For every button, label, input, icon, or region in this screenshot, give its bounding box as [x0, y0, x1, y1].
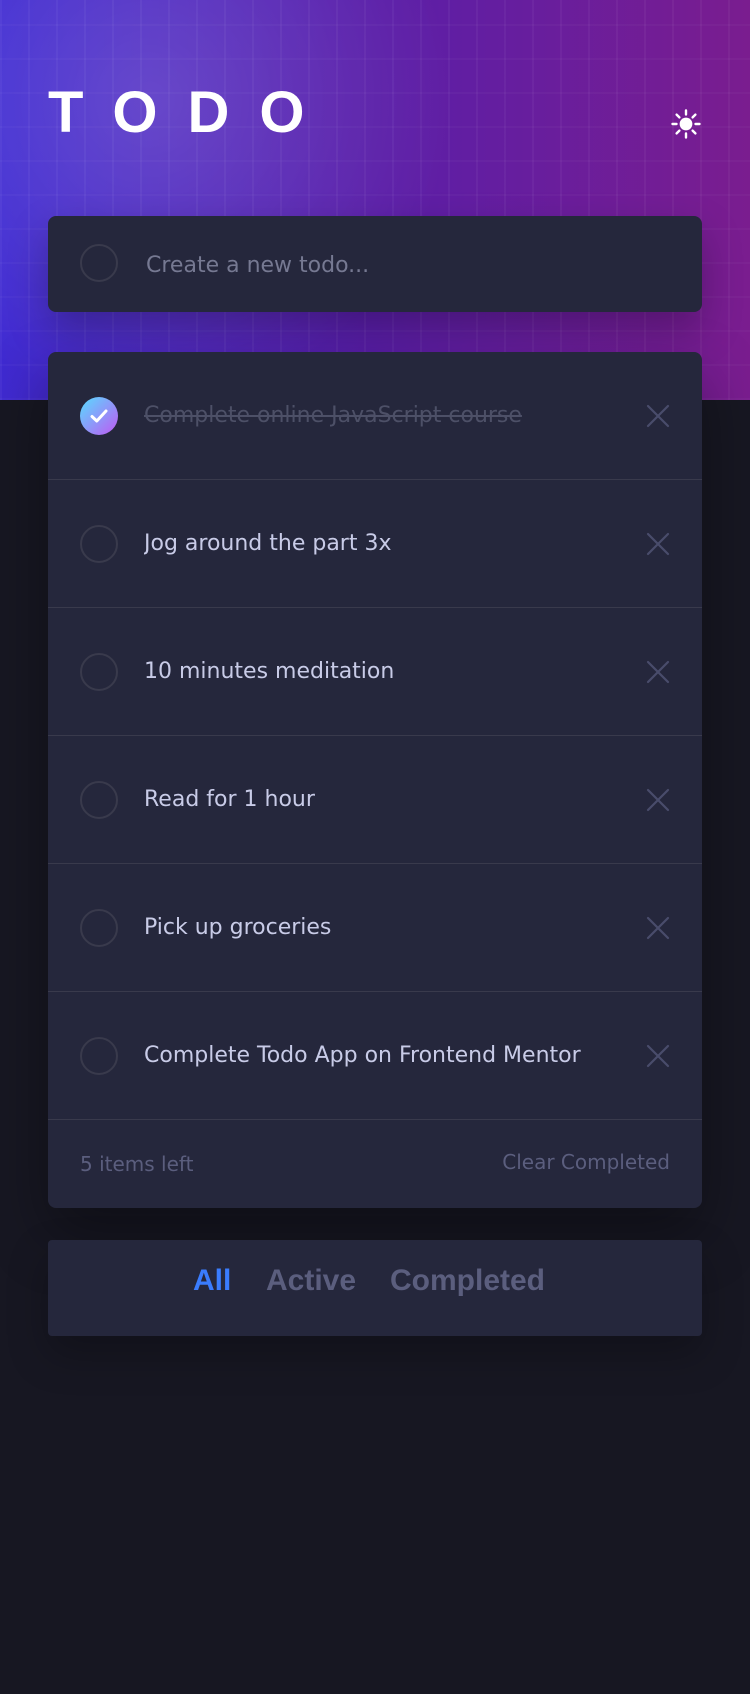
close-icon [646, 532, 670, 556]
theme-toggle-button[interactable] [668, 106, 704, 142]
todo-item[interactable]: Jog around the part 3x [48, 480, 702, 608]
check-icon [90, 409, 108, 423]
todo-item[interactable]: Read for 1 hour [48, 736, 702, 864]
items-left-count: 5 items left [80, 1152, 194, 1176]
todo-footer: 5 items left Clear Completed [48, 1120, 702, 1208]
new-todo-input[interactable] [144, 246, 668, 284]
todo-label: Complete online JavaScript course [144, 403, 522, 428]
todo-list: Complete online JavaScript course Jog ar… [48, 352, 702, 1208]
filter-bar: All Active Completed [48, 1240, 702, 1336]
todo-item[interactable]: Pick up groceries [48, 864, 702, 992]
todo-checkbox[interactable] [80, 909, 118, 947]
remove-todo-button[interactable] [644, 658, 672, 686]
todo-label: Pick up groceries [144, 915, 332, 940]
clear-completed-button[interactable]: Clear Completed [502, 1150, 670, 1174]
remove-todo-button[interactable] [644, 530, 672, 558]
remove-todo-button[interactable] [644, 786, 672, 814]
close-icon [646, 1044, 670, 1068]
sun-icon [671, 109, 701, 139]
todo-label: 10 minutes meditation [144, 659, 395, 684]
close-icon [646, 404, 670, 428]
todo-checkbox[interactable] [80, 781, 118, 819]
close-icon [646, 916, 670, 940]
close-icon [646, 660, 670, 684]
remove-todo-button[interactable] [644, 1042, 672, 1070]
filter-completed[interactable]: Completed [390, 1264, 545, 1298]
remove-todo-button[interactable] [644, 914, 672, 942]
todo-checkbox-completed[interactable] [80, 397, 118, 435]
filter-active[interactable]: Active [266, 1264, 356, 1298]
close-icon [646, 788, 670, 812]
app-title: TODO [48, 80, 335, 145]
circle-icon [80, 244, 118, 282]
todo-item[interactable]: 10 minutes meditation [48, 608, 702, 736]
todo-checkbox[interactable] [80, 1037, 118, 1075]
new-todo-card [48, 216, 702, 312]
remove-todo-button[interactable] [644, 402, 672, 430]
todo-item[interactable]: Complete Todo App on Frontend Mentor [48, 992, 702, 1120]
header-background [0, 0, 750, 400]
todo-checkbox[interactable] [80, 525, 118, 563]
todo-item[interactable]: Complete online JavaScript course [48, 352, 702, 480]
todo-label: Jog around the part 3x [144, 531, 392, 556]
todo-label: Read for 1 hour [144, 787, 315, 812]
filter-all[interactable]: All [193, 1264, 231, 1298]
todo-checkbox[interactable] [80, 653, 118, 691]
todo-label: Complete Todo App on Frontend Mentor [144, 1043, 581, 1068]
